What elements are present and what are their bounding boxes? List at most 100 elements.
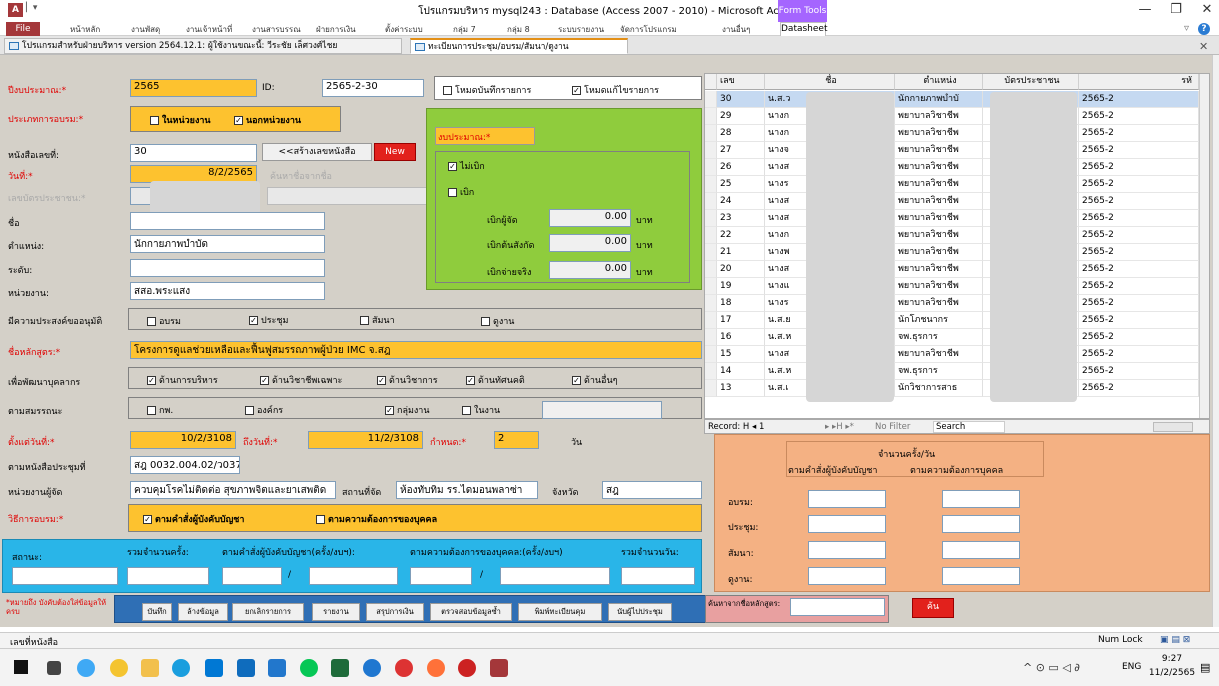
grid-header-name[interactable]: ชื่อ (765, 74, 895, 90)
table-cell[interactable]: 2565-2 (1079, 346, 1199, 363)
withdraw-checkbox[interactable]: เบิก (448, 185, 474, 199)
grid-header-position[interactable]: ตำแหน่ง (895, 74, 983, 90)
id-field[interactable]: 2565-2-30 (322, 79, 424, 97)
clock-date[interactable]: 11/2/2565 (1148, 668, 1196, 678)
records-grid[interactable]: เลข ชื่อ ตำแหน่ง บัตรประชาชน รหั 30 น.ส.ว… (704, 73, 1210, 419)
table-cell[interactable]: 2565-2 (1079, 312, 1199, 329)
record-position[interactable]: Record: H ◂ 1 (708, 422, 764, 432)
row-selector[interactable] (705, 380, 717, 397)
organizer-field[interactable]: ควบคุมโรคไม่ติดต่อ สุขภาพจิตและยาเสพติด (130, 481, 336, 499)
per-book-field[interactable]: สฎ 0032.004.02/ว037 (130, 456, 240, 474)
row-selector[interactable] (705, 278, 717, 295)
app-icon-2[interactable] (110, 659, 128, 677)
tab-group7[interactable]: กลุ่ม 7 (453, 23, 476, 36)
close-document-icon[interactable]: ✕ (1199, 40, 1208, 53)
table-cell[interactable]: 28 (717, 125, 765, 142)
table-cell[interactable]: 26 (717, 159, 765, 176)
to-date-field[interactable]: 11/2/3108 (308, 431, 423, 449)
table-cell[interactable]: 30 (717, 91, 765, 108)
table-cell[interactable]: 2565-2 (1079, 210, 1199, 227)
finance-summary-button[interactable]: สรุปการเงิน (366, 603, 424, 621)
table-cell[interactable]: 2565-2 (1079, 91, 1199, 108)
search-button[interactable]: ค้น (912, 598, 954, 618)
row-selector[interactable] (705, 244, 717, 261)
table-cell[interactable]: นักกายภาพบำบั (895, 91, 983, 108)
table-cell[interactable]: 2565-2 (1079, 261, 1199, 278)
tab-manage[interactable]: จัดการโปรแกรม (620, 23, 677, 36)
inside-checkbox[interactable]: ในหน่วยงาน (150, 113, 211, 127)
access-icon[interactable]: A (8, 3, 23, 17)
table-cell[interactable]: พยาบาลวิชาชีพ (895, 125, 983, 142)
collapse-ribbon-icon[interactable]: ▿ (1184, 23, 1189, 34)
row-selector[interactable] (705, 176, 717, 193)
table-cell[interactable]: 25 (717, 176, 765, 193)
row-selector[interactable] (705, 363, 717, 380)
tab-group8[interactable]: กลุ่ม 8 (507, 23, 530, 36)
table-cell[interactable]: 23 (717, 210, 765, 227)
restore-button[interactable]: ❐ (1161, 2, 1191, 20)
count-seminar-order[interactable] (808, 541, 886, 559)
no-filter-button[interactable]: No Filter (875, 422, 910, 432)
total-times-field[interactable] (127, 567, 209, 585)
table-cell[interactable]: 14 (717, 363, 765, 380)
row-selector[interactable] (705, 312, 717, 329)
table-cell[interactable]: 2565-2 (1079, 176, 1199, 193)
province-field[interactable]: สฎ (602, 481, 702, 499)
store-icon[interactable] (205, 659, 223, 677)
grid-header-citizen[interactable]: บัตรประชาชน (983, 74, 1079, 90)
table-cell[interactable]: พยาบาลวิชาชีพ (895, 159, 983, 176)
tab-supplies[interactable]: งานพัสดุ (131, 23, 160, 36)
table-cell[interactable]: พยาบาลวิชาชีพ (895, 346, 983, 363)
quick-access-icon[interactable]: ▏▾ (26, 3, 37, 13)
row-selector[interactable] (705, 91, 717, 108)
table-cell[interactable]: 20 (717, 261, 765, 278)
name-field[interactable] (130, 212, 325, 230)
table-cell[interactable]: 2565-2 (1079, 278, 1199, 295)
row-selector[interactable] (705, 329, 717, 346)
row-selector[interactable] (705, 261, 717, 278)
count-visit-order[interactable] (808, 567, 886, 585)
report-button[interactable]: รายงาน (312, 603, 360, 621)
table-cell[interactable]: 2565-2 (1079, 363, 1199, 380)
position-field[interactable]: นักกายภาพบำบัด (130, 235, 325, 253)
line-icon[interactable] (300, 659, 318, 677)
minimize-button[interactable]: — (1130, 2, 1160, 20)
purpose-meet-checkbox[interactable]: ✓ ประชุม (249, 313, 288, 327)
tab-home[interactable]: หน้าหลัก (70, 23, 100, 36)
check-duplicate-button[interactable]: ตรวจสอบข้อมูลซ้ำ (430, 603, 512, 621)
count-meet-order[interactable] (808, 515, 886, 533)
windows-start-icon[interactable] (14, 660, 28, 674)
grid-scrollbar[interactable] (1199, 74, 1209, 418)
tab-datasheet[interactable]: Datasheet (780, 22, 828, 36)
from-date-field[interactable]: 10/2/3108 (130, 431, 236, 449)
course-search-input[interactable] (790, 598, 885, 616)
table-cell[interactable]: 2565-2 (1079, 380, 1199, 397)
row-selector[interactable] (705, 346, 717, 363)
clock-time[interactable]: 9:27 (1152, 654, 1192, 664)
table-cell[interactable]: 2565-2 (1079, 142, 1199, 159)
tab-correspondence[interactable]: งานสารบรรณ (252, 23, 301, 36)
course-field[interactable]: โครงการดูแลช่วยเหลือและฟื้นฟูสมรรถภาพผู้… (130, 341, 702, 359)
count-attendees-button[interactable]: นับผู้ไปประชุม (608, 603, 672, 621)
by-order-times-field[interactable] (222, 567, 282, 585)
table-cell[interactable]: 2565-2 (1079, 227, 1199, 244)
by-need-budget-field[interactable] (500, 567, 610, 585)
app-icon-3[interactable] (458, 659, 476, 677)
purpose-seminar-checkbox[interactable]: สัมนา (360, 313, 395, 327)
table-cell[interactable]: 2565-2 (1079, 329, 1199, 346)
venue-field[interactable]: ห้องทับทิม รร.ไดมอนพลาซ่า (396, 481, 538, 499)
table-cell[interactable]: 24 (717, 193, 765, 210)
row-selector[interactable] (705, 193, 717, 210)
withdraw-actual-field[interactable]: 0.00 (549, 261, 631, 279)
doc-tab-training[interactable]: ทะเบียนการประชุม/อบรม/สัมนา/ดูงาน (410, 38, 628, 54)
form-scrollbar[interactable] (1212, 55, 1219, 627)
table-cell[interactable]: พยาบาลวิชาชีพ (895, 295, 983, 312)
tab-other[interactable]: งานอื่นๆ (722, 23, 750, 36)
table-cell[interactable]: พยาบาลวิชาชีพ (895, 210, 983, 227)
purpose-visit-checkbox[interactable]: ดูงาน (481, 314, 514, 328)
count-meet-need[interactable] (942, 515, 1020, 533)
table-cell[interactable]: จพ.ธุรการ (895, 329, 983, 346)
table-cell[interactable]: พยาบาลวิชาชีพ (895, 244, 983, 261)
table-cell[interactable]: 22 (717, 227, 765, 244)
clear-button[interactable]: ล้างข้อมูล (178, 603, 228, 621)
